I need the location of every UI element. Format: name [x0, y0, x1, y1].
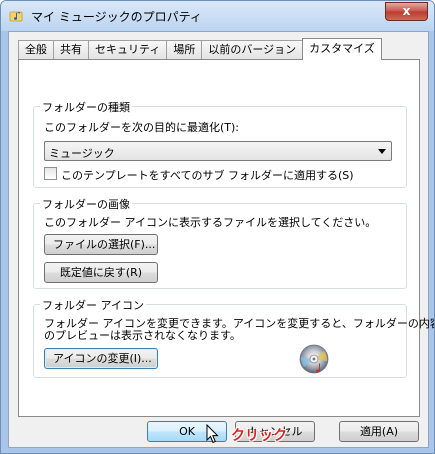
tab-previous-versions[interactable]: 以前のバージョン: [201, 40, 304, 60]
chevron-down-icon: [378, 149, 386, 154]
window-title: マイ ミュージックのプロパティ: [31, 10, 202, 24]
folder-picture-group: フォルダーの画像 このフォルダー アイコンに表示するファイルを選択してください。…: [33, 196, 407, 289]
folder-icon-description-line2: のプレビューは表示されなくなります。: [44, 329, 241, 342]
dialog-client-area: 全般 共有 セキュリティ 場所 以前のバージョン カスタマイズ フォルダーの種類…: [8, 31, 434, 448]
tab-customize[interactable]: カスタマイズ: [302, 38, 382, 60]
choose-file-button[interactable]: ファイルの選択(F)...: [44, 234, 158, 255]
folder-icon-group: フォルダー アイコン フォルダー アイコンを変更できます。アイコンを変更すると、…: [33, 297, 434, 378]
apply-subfolders-checkbox[interactable]: [44, 167, 57, 180]
folder-type-selected-value: ミュージック: [49, 147, 115, 160]
close-button[interactable]: x: [385, 2, 428, 21]
folder-type-group-title: フォルダーの種類: [40, 99, 132, 115]
tab-strip: 全般 共有 セキュリティ 場所 以前のバージョン カスタマイズ: [18, 38, 382, 60]
click-annotation: クリック: [231, 428, 287, 444]
apply-subfolders-label[interactable]: このテンプレートをすべてのサブ フォルダーに適用する(S): [61, 167, 354, 183]
apply-button[interactable]: 適用(A): [339, 421, 419, 442]
properties-window: マイ ミュージックのプロパティ x 全般 共有 セキュリティ 場所 以前のバージ…: [0, 0, 435, 454]
folder-type-select[interactable]: ミュージック: [44, 141, 392, 161]
title-bar: マイ ミュージックのプロパティ x: [1, 1, 434, 31]
music-folder-icon: [9, 11, 23, 22]
change-icon-button[interactable]: アイコンの変更(I)...: [44, 348, 158, 369]
folder-picture-group-title: フォルダーの画像: [40, 196, 132, 212]
music-disc-icon: [299, 344, 329, 374]
folder-icon-group-title: フォルダー アイコン: [40, 297, 146, 313]
tab-general[interactable]: 全般: [18, 40, 54, 60]
optimize-label: このフォルダーを次の目的に最適化(T):: [44, 121, 240, 134]
folder-type-group: フォルダーの種類 このフォルダーを次の目的に最適化(T): ミュージック このテ…: [33, 99, 407, 188]
customize-panel: フォルダーの種類 このフォルダーを次の目的に最適化(T): ミュージック このテ…: [18, 59, 434, 417]
tab-location[interactable]: 場所: [166, 40, 203, 60]
tab-security[interactable]: セキュリティ: [88, 40, 168, 60]
tab-sharing[interactable]: 共有: [53, 40, 89, 60]
folder-picture-description: このフォルダー アイコンに表示するファイルを選択してください。: [44, 216, 377, 229]
mouse-pointer-icon: [206, 424, 219, 444]
restore-default-button[interactable]: 既定値に戻す(R): [44, 262, 158, 283]
